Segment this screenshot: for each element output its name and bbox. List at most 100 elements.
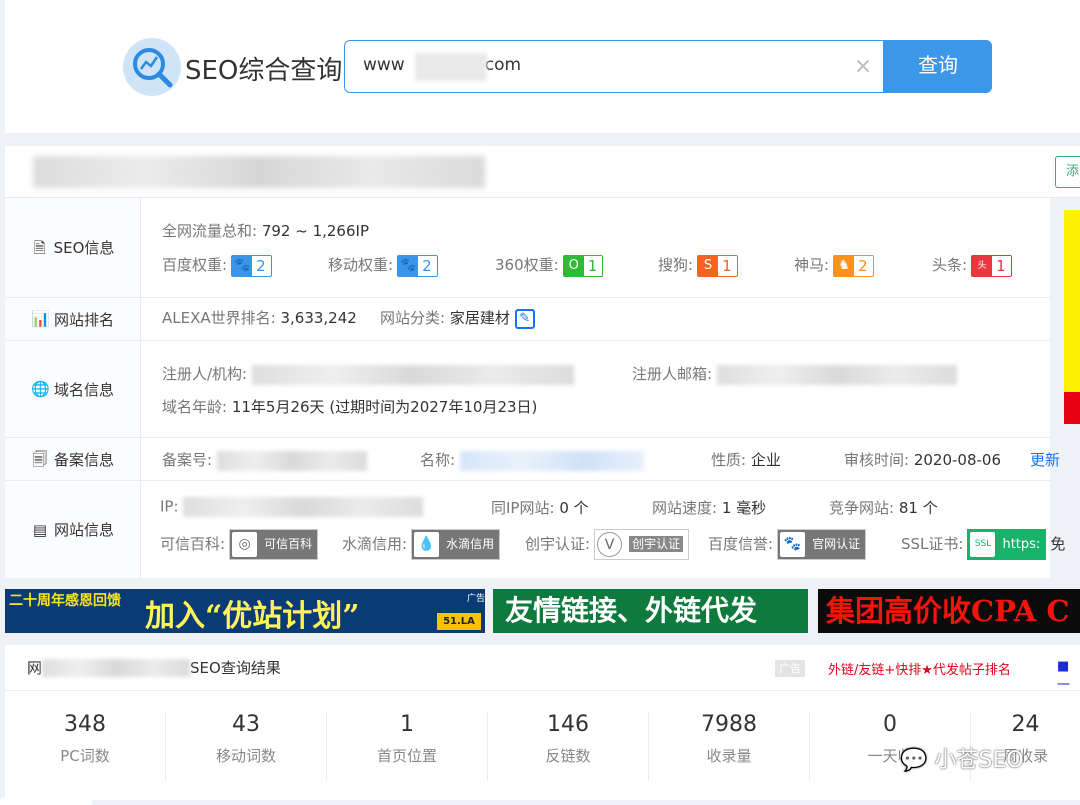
redacted-domain <box>415 53 487 81</box>
list-icon: ▤ <box>32 520 48 539</box>
baidu-weight-badge[interactable]: 🐾 2 <box>231 254 272 277</box>
stat-pc-words[interactable]: 348 PC词数 <box>5 711 166 781</box>
shuidi-badge[interactable]: 💧 水滴信用 <box>411 529 501 560</box>
redacted-email <box>716 364 957 385</box>
baidu-trust-badge[interactable]: 🐾 官网认证 <box>777 529 867 560</box>
ad-link-2[interactable]: ■ 一 <box>1057 659 1080 693</box>
alexa-rank: ALEXA世界排名: 3,633,242 <box>162 309 357 327</box>
banner-main-text: 加入“优站计划” <box>145 599 360 633</box>
site-speed: 网站速度: 1 毫秒 <box>652 499 767 517</box>
brand-title: SEO综合查询 <box>185 56 343 86</box>
mobile-weight-badge[interactable]: 🐾 2 <box>397 254 438 277</box>
redacted-icp-name <box>459 450 644 471</box>
stat-first-page[interactable]: 1 首页位置 <box>327 711 488 781</box>
site-info-label: ▤ 网站信息 <box>5 481 141 578</box>
results-header: 网 SEO查询结果 广告 外链/友链+快排★代发帖子排名 ■ 一 <box>5 645 1080 693</box>
ssl-cert: SSL证书: SSL https: 免 <box>901 529 1065 560</box>
competing-sites: 竞争网站: 81 个 <box>829 499 938 517</box>
ad-banner-cpa[interactable]: 集团高价收CPA C <box>818 589 1080 633</box>
domain-info-row: 🌐 域名信息 注册人/机构: 注册人邮箱: 域名年龄: 11年5月26天 (过期时… <box>5 341 1050 438</box>
seo-results-panel: 网 SEO查询结果 广告 外链/友链+快排★代发帖子排名 ■ 一 348 PC词数 … <box>5 645 1080 800</box>
document-icon: 🗎 <box>33 238 46 257</box>
search-input-box[interactable]: www com × <box>344 40 884 93</box>
site-ip: IP: <box>160 497 424 517</box>
water-drop-icon: 💧 <box>414 532 440 557</box>
bar-chart-icon: 📊 <box>30 310 50 328</box>
redacted-registrant <box>251 364 574 385</box>
shenma-icon: ♞ <box>834 255 855 276</box>
domain-info-label: 🌐 域名信息 <box>5 341 141 437</box>
icp-info-label: 🗐 备案信息 <box>5 438 141 480</box>
registrant-email: 注册人邮箱: <box>632 363 957 385</box>
site-info-row: ▤ 网站信息 IP: 同IP网站: 0 个 网站速度: 1 毫秒 竞争网站: 81… <box>5 481 1065 578</box>
shenma-weight: 神马: ♞ 2 <box>794 254 874 277</box>
site-info-table: 🗎 SEO信息 全网流量总和: 792 ~ 1,266IP 百度权重: 🐾 2 移动权… <box>5 198 1065 578</box>
baidu-weight: 百度权重: 🐾 2 <box>162 254 272 277</box>
so360-weight-badge[interactable]: O1 <box>562 254 604 277</box>
banner-anniversary-text: 二十周年感恩回馈 <box>9 593 121 609</box>
side-ad-banner-bottom[interactable] <box>1064 392 1080 424</box>
wechat-watermark: 💬 小苍SEO <box>900 748 1024 773</box>
results-title: 网 SEO查询结果 <box>27 658 281 677</box>
icp-number: 备案号: <box>162 449 367 471</box>
baidu-paw-icon: 🐾 <box>398 255 419 276</box>
traffic-total: 全网流量总和: 792 ~ 1,266IP <box>162 222 369 240</box>
ad-tag: 广告 <box>775 660 805 677</box>
stat-indexed[interactable]: 7988 收录量 <box>649 711 810 781</box>
baidu-paw-icon: 🐾 <box>232 255 253 276</box>
chuangyu-v-icon: V <box>597 532 623 557</box>
shenma-weight-badge[interactable]: ♞ 2 <box>833 254 874 277</box>
icp-info-row: 🗐 备案信息 备案号: 名称: 性质: 企业 审核时间: 2020-08-06 更… <box>5 438 1060 481</box>
www-globe-icon: 🌐 <box>30 380 50 398</box>
domain-age: 域名年龄: 11年5月26天 (过期时间为2027年10月23日) <box>162 398 538 416</box>
add-button[interactable]: 添 <box>1055 156 1080 188</box>
icp-update-link[interactable]: 更新 <box>1030 449 1060 470</box>
sogou-weight: 搜狗: S 1 <box>658 254 738 277</box>
banner-51la-logo: 51.LA <box>437 613 481 630</box>
kexin-badge[interactable]: ◎ 可信百科 <box>229 529 319 560</box>
edit-icon[interactable]: ✎ <box>514 308 535 329</box>
redacted-site-name <box>42 658 191 677</box>
so360-weight: 360权重: O 1 <box>495 254 604 277</box>
icp-name: 名称: <box>420 449 644 471</box>
record-icon: 🗐 <box>32 450 48 468</box>
registrant: 注册人/机构: <box>162 363 574 385</box>
icp-review-time: 审核时间: 2020-08-06 <box>844 451 1002 469</box>
ad-banner-51la[interactable]: 二十周年感恩回馈 加入“优站计划” 51.LA 广告 <box>5 589 485 633</box>
mobile-weight: 移动权重: 🐾 2 <box>328 254 438 277</box>
chuangyu-badge[interactable]: V 创宇认证 <box>594 529 690 560</box>
redacted-icp-number <box>216 450 367 471</box>
ad-banner-links[interactable]: 友情链接、外链代发 <box>493 589 808 633</box>
chuangyu-cert: 创宇认证: V 创宇认证 <box>525 529 690 560</box>
toutiao-weight: 头条: 头 1 <box>932 254 1012 277</box>
toutiao-weight-badge[interactable]: 头1 <box>971 254 1012 277</box>
shuidi-credit: 水滴信用: 💧 水滴信用 <box>342 529 501 560</box>
baidu-trust: 百度信誉: 🐾 官网认证 <box>708 529 867 560</box>
clear-icon[interactable]: × <box>853 56 873 78</box>
icp-nature: 性质: 企业 <box>711 451 781 469</box>
sogou-weight-badge[interactable]: S1 <box>697 254 738 277</box>
seo-info-row: 🗎 SEO信息 全网流量总和: 792 ~ 1,266IP 百度权重: 🐾 2 移动权… <box>5 198 1050 298</box>
site-rank-label: 📊 网站排名 <box>5 298 141 340</box>
so360-icon: O <box>563 255 584 276</box>
ad-link[interactable]: 外链/友链+快排★代发帖子排名 <box>828 659 1011 678</box>
stat-mobile-words[interactable]: 43 移动词数 <box>166 711 327 781</box>
site-rank-row: 📊 网站排名 ALEXA世界排名: 3,633,242 网站分类: 家居建材 ✎ <box>5 298 1050 341</box>
ssl-badge[interactable]: SSL https: <box>967 529 1047 560</box>
bottom-tab <box>0 797 92 805</box>
sogou-icon: S <box>698 255 719 276</box>
baidu-paw-icon: 🐾 <box>780 532 806 557</box>
same-ip-sites: 同IP网站: 0 个 <box>491 499 589 517</box>
seo-logo-icon <box>123 38 181 96</box>
site-category: 网站分类: 家居建材 ✎ <box>380 307 535 329</box>
kexin-icon: ◎ <box>232 532 258 557</box>
toutiao-icon: 头 <box>972 255 993 276</box>
stat-backlinks[interactable]: 146 反链数 <box>488 711 649 781</box>
banner-ad-tag: 广告 <box>467 594 485 604</box>
redacted-site-title <box>33 156 485 188</box>
search-button[interactable]: 查询 <box>884 40 992 93</box>
domain-title-row: 添 <box>5 146 1080 198</box>
seo-info-label: 🗎 SEO信息 <box>5 198 141 297</box>
kexin-baike: 可信百科: ◎ 可信百科 <box>160 529 319 560</box>
redacted-ip <box>183 497 424 517</box>
